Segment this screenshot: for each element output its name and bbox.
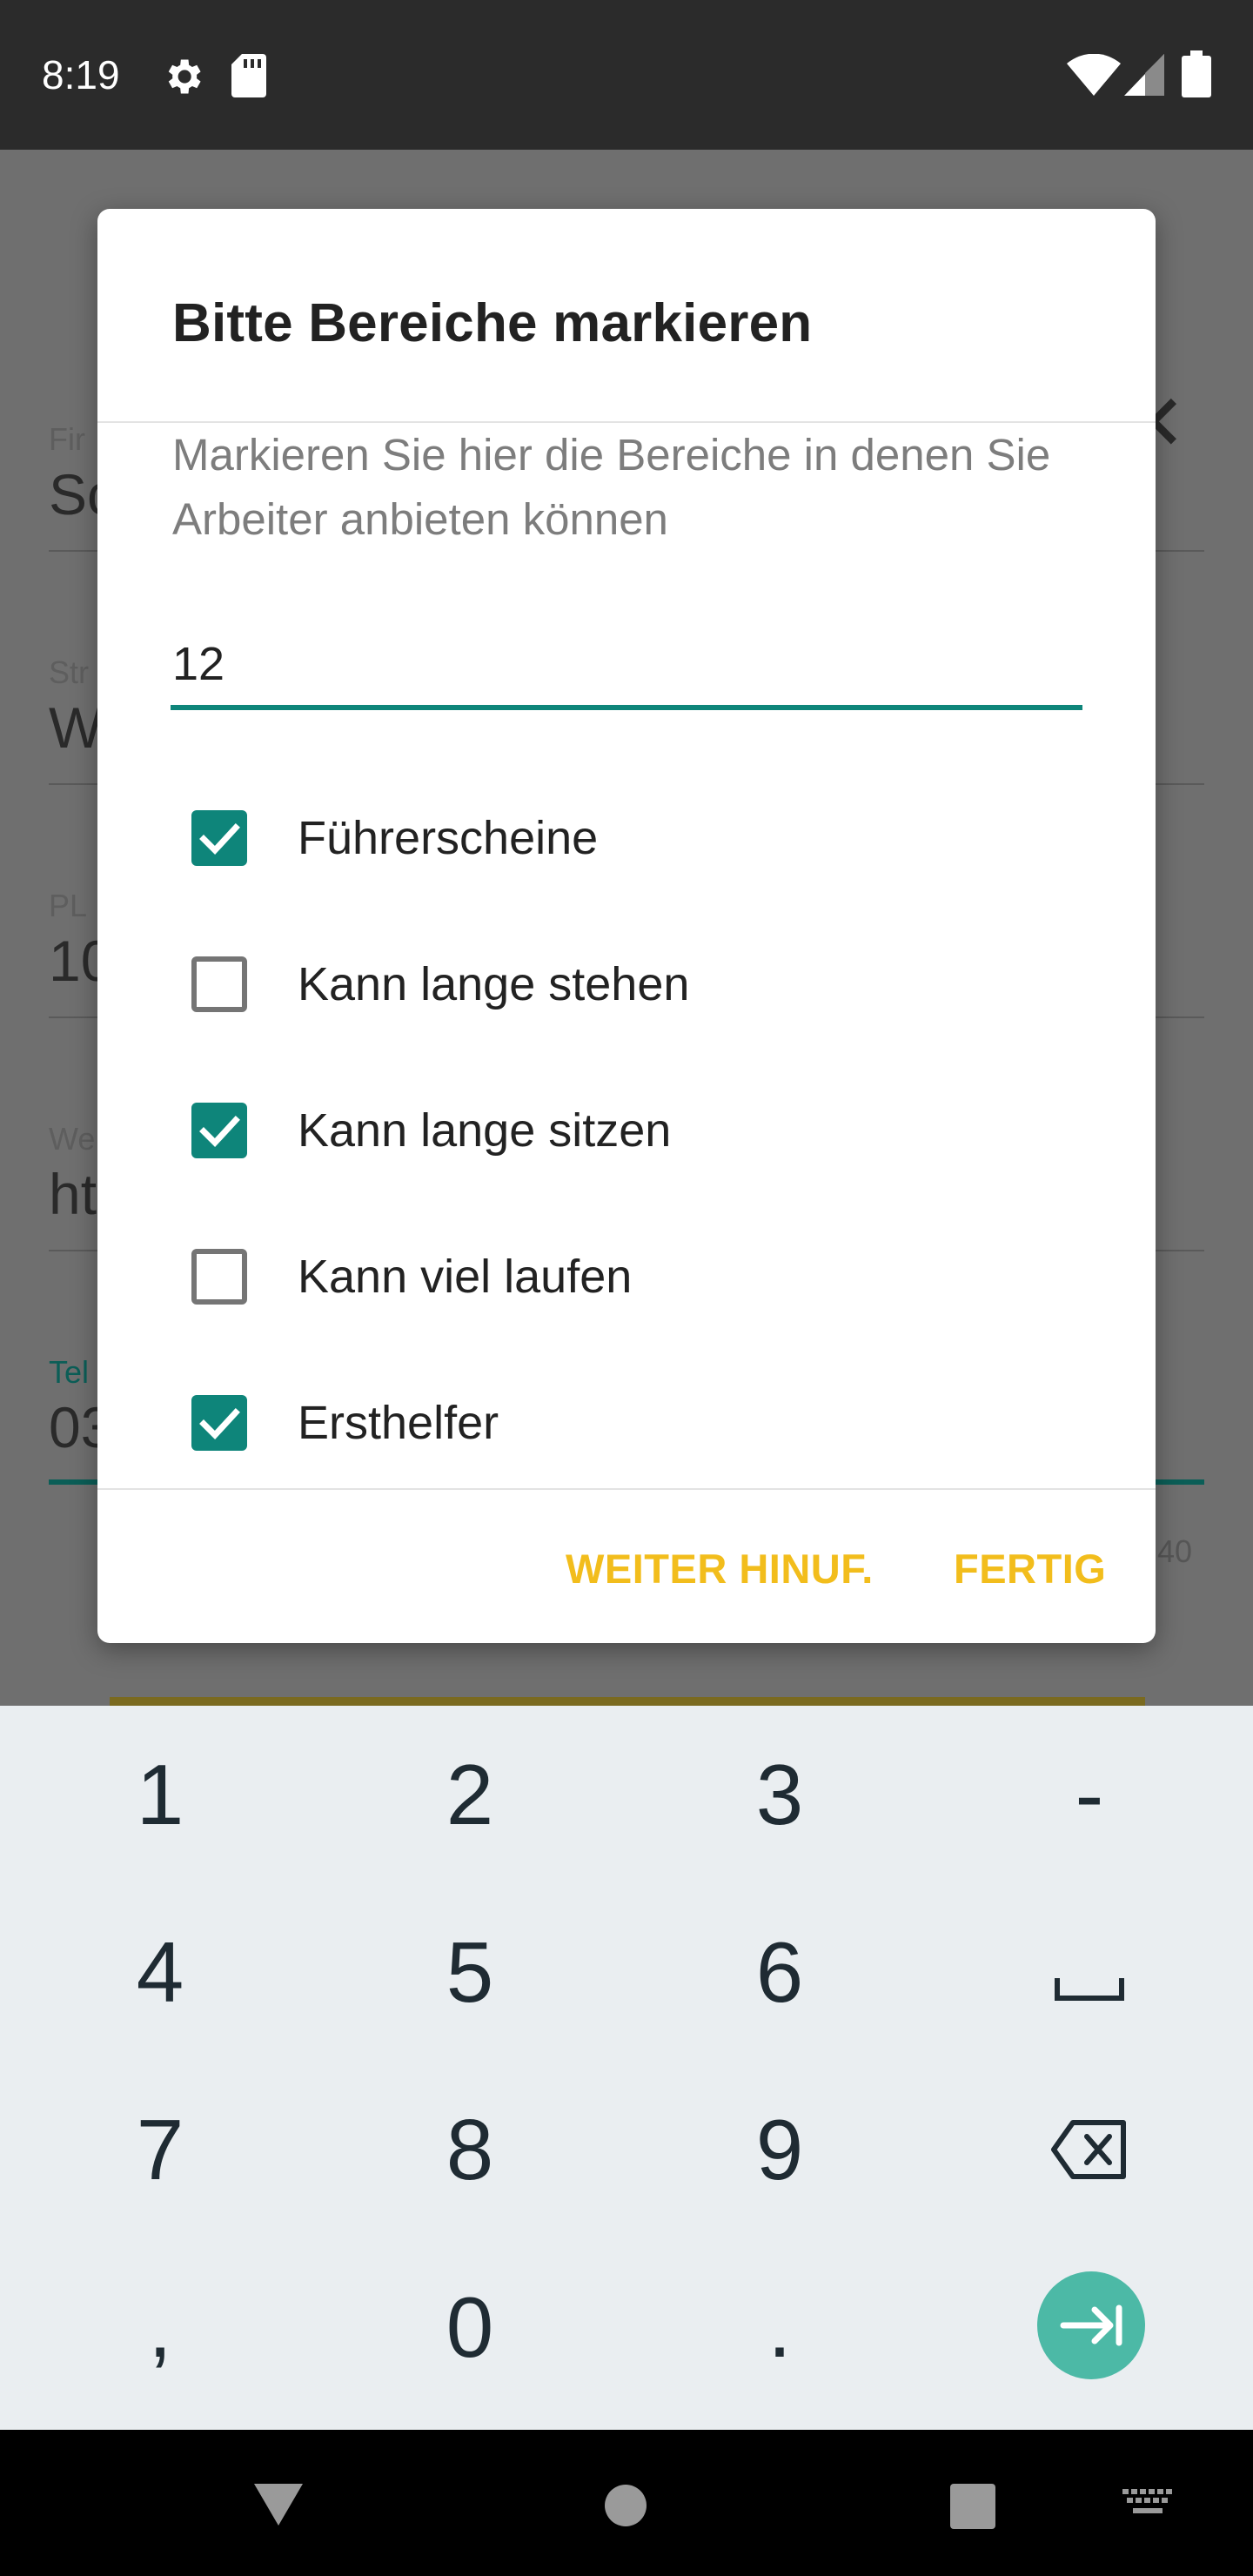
- key-4[interactable]: 4: [3, 1883, 317, 2061]
- key-period[interactable]: .: [623, 2238, 936, 2416]
- status-bar: 8:19: [0, 0, 1253, 150]
- tab-arrow-icon: [1060, 2304, 1122, 2346]
- navigation-bar: [0, 2430, 1253, 2576]
- field-value: ht: [49, 1162, 97, 1226]
- key-3[interactable]: 3: [623, 1706, 936, 1883]
- number-input-wrapper: [171, 625, 1082, 712]
- backspace-icon: [1051, 2120, 1126, 2179]
- check-icon: [199, 823, 240, 855]
- checkbox-checked[interactable]: [191, 1103, 247, 1158]
- key-1[interactable]: 1: [3, 1706, 317, 1883]
- checkbox-unchecked[interactable]: [191, 956, 247, 1012]
- checkbox-row-kann-viel-laufen[interactable]: Kann viel laufen: [171, 1222, 1093, 1335]
- selection-dialog: Bitte Bereiche markieren Markieren Sie h…: [97, 209, 1156, 1643]
- numeric-keyboard: 1 2 3 - 4 5 6 7 8 9 , 0 .: [0, 1706, 1253, 2430]
- fertig-button[interactable]: FERTIG: [954, 1530, 1106, 1608]
- field-value: W: [49, 695, 104, 760]
- keyboard-switch-icon[interactable]: [1122, 2489, 1173, 2520]
- character-counter: 40: [1157, 1533, 1193, 1569]
- check-icon: [199, 1408, 240, 1440]
- checkbox-row-kann-lange-stehen[interactable]: Kann lange stehen: [171, 929, 1093, 1043]
- checkbox-label: Kann lange stehen: [298, 958, 690, 1010]
- checkbox-label: Kann lange sitzen: [298, 1104, 672, 1157]
- battery-icon: [1182, 50, 1211, 97]
- home-icon[interactable]: [604, 2484, 647, 2527]
- check-icon: [199, 1116, 240, 1148]
- signal-icon: [1124, 54, 1164, 96]
- next-field-button[interactable]: [1037, 2271, 1145, 2379]
- checkbox-checked[interactable]: [191, 1395, 247, 1451]
- checkbox-row-fuehrerscheine[interactable]: Führerscheine: [171, 783, 1093, 896]
- field-label: We: [49, 1121, 96, 1157]
- key-minus[interactable]: -: [933, 1706, 1246, 1883]
- key-backspace[interactable]: [933, 2061, 1246, 2238]
- key-comma[interactable]: ,: [3, 2238, 317, 2416]
- wifi-icon: [1067, 54, 1121, 96]
- checkbox-row-ersthelfer[interactable]: Ersthelfer: [171, 1368, 1093, 1481]
- checkbox-label: Ersthelfer: [298, 1397, 499, 1449]
- status-time: 8:19: [42, 52, 120, 97]
- divider: [97, 1488, 1156, 1490]
- recents-icon[interactable]: [950, 2484, 995, 2529]
- checkbox-label: Führerscheine: [298, 812, 599, 864]
- gear-icon: [168, 59, 201, 94]
- key-2[interactable]: 2: [313, 1706, 626, 1883]
- key-9[interactable]: 9: [623, 2061, 936, 2238]
- number-input[interactable]: [171, 625, 1082, 703]
- key-0[interactable]: 0: [313, 2238, 626, 2416]
- dialog-title: Bitte Bereiche markieren: [172, 293, 813, 353]
- checkbox-row-kann-lange-sitzen[interactable]: Kann lange sitzen: [171, 1076, 1093, 1189]
- key-7[interactable]: 7: [3, 2061, 317, 2238]
- field-label: PL: [49, 888, 88, 923]
- sd-card-icon: [231, 54, 266, 97]
- field-label: Fir: [49, 421, 85, 457]
- key-8[interactable]: 8: [313, 2061, 626, 2238]
- input-underline: [171, 705, 1082, 710]
- back-icon[interactable]: [254, 2484, 303, 2526]
- weiter-button[interactable]: WEITER HINUF.: [566, 1530, 874, 1608]
- checkbox-checked[interactable]: [191, 810, 247, 866]
- key-space[interactable]: [933, 1883, 1246, 2061]
- dialog-description: Markieren Sie hier die Bereiche in denen…: [172, 430, 1051, 544]
- key-6[interactable]: 6: [623, 1883, 936, 2061]
- field-label: Tel: [49, 1354, 90, 1390]
- checkbox-unchecked[interactable]: [191, 1249, 247, 1305]
- key-5[interactable]: 5: [313, 1883, 626, 2061]
- space-icon: [1055, 1978, 1124, 2001]
- background-button-edge: [110, 1697, 1145, 1706]
- checkbox-label: Kann viel laufen: [298, 1251, 633, 1303]
- field-label: Str: [49, 654, 90, 690]
